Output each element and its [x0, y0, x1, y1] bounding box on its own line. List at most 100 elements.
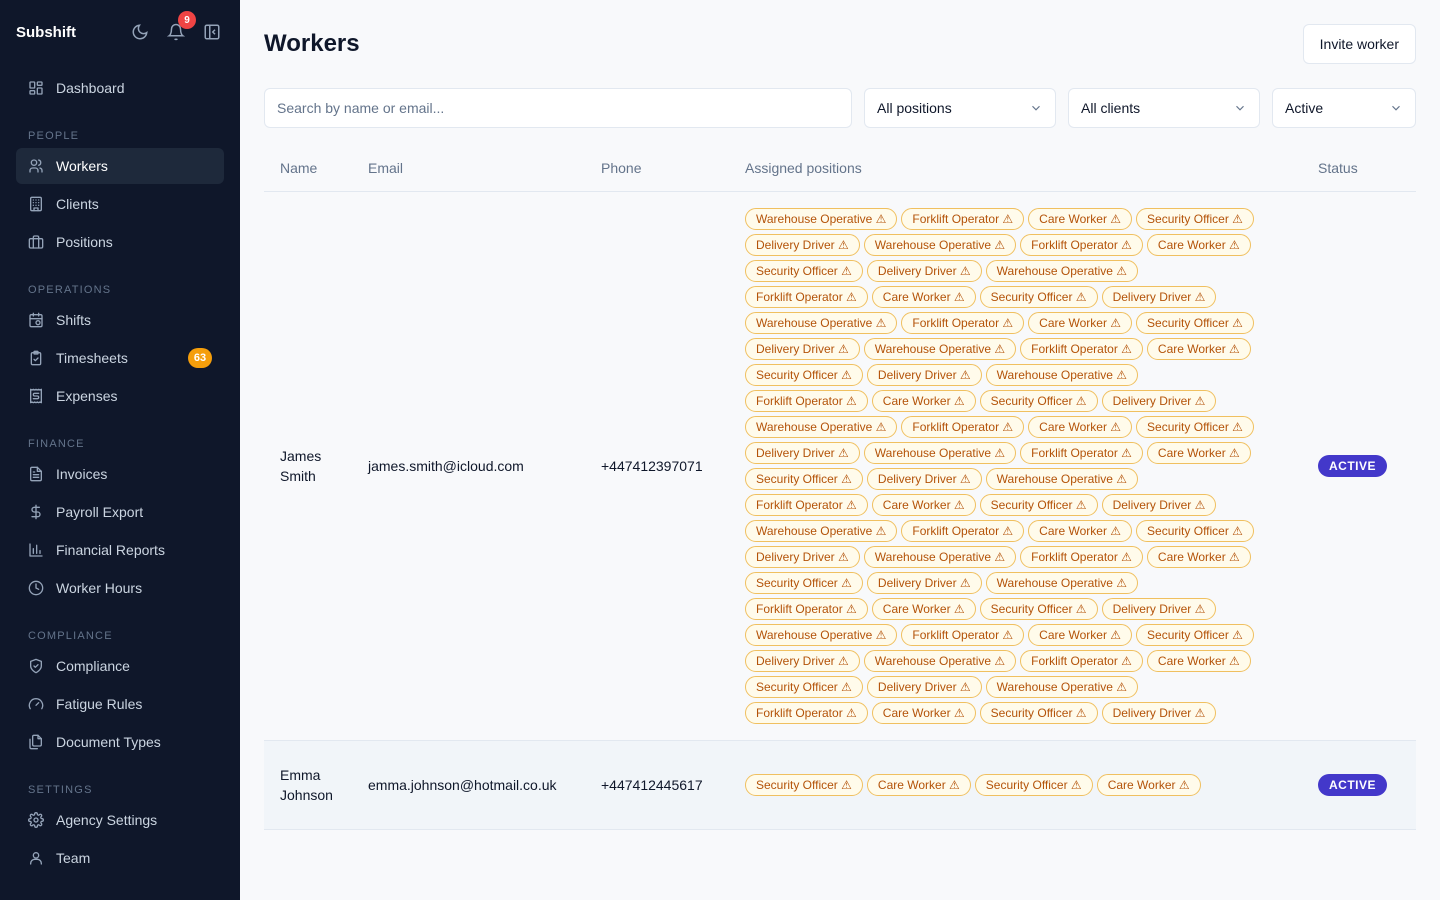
chevron-down-icon [1236, 105, 1244, 111]
status-cell: ACTIVE [1318, 774, 1416, 796]
worker-email: james.smith@icloud.com [368, 458, 524, 474]
briefcase-icon [28, 234, 44, 250]
table-row[interactable]: Emma Johnson emma.johnson@hotmail.co.uk +4… [264, 741, 1416, 830]
sidebar-item-team[interactable]: Team [16, 840, 224, 876]
sidebar-item-agency-settings[interactable]: Agency Settings [16, 802, 224, 838]
clipboard-check-icon [28, 350, 44, 366]
position-tag: Security Officer ⚠ [1136, 624, 1254, 646]
sidebar-section-title: SETTINGS [28, 784, 93, 796]
position-tag: Forklift Operator ⚠ [1020, 338, 1143, 360]
position-tag: Care Worker ⚠ [871, 494, 976, 516]
collapse-sidebar-icon[interactable] [200, 20, 224, 44]
sidebar-item-label: Invoices [56, 466, 108, 482]
user-icon [28, 850, 44, 866]
position-tag: Care Worker ⚠ [1146, 442, 1251, 464]
sidebar-item-invoices[interactable]: Invoices [16, 456, 224, 492]
position-tag: Forklift Operator ⚠ [901, 208, 1025, 230]
sidebar-item-timesheets[interactable]: Timesheets 63 [16, 340, 224, 376]
clients-select[interactable]: All clients [1068, 88, 1260, 128]
position-tag: Warehouse Operative ⚠ [863, 234, 1017, 256]
sidebar-item-compliance[interactable]: Compliance [16, 648, 224, 684]
position-tag: Warehouse Operative ⚠ [745, 520, 898, 542]
position-tag: Warehouse Operative ⚠ [745, 416, 898, 438]
clients-select-value: All clients [1081, 100, 1141, 116]
position-tag: Care Worker ⚠ [1146, 546, 1251, 568]
sidebar-item-label: Financial Reports [56, 542, 165, 558]
position-tag: Delivery Driver ⚠ [745, 442, 860, 464]
position-tag: Forklift Operator ⚠ [1020, 442, 1143, 464]
building-icon [28, 196, 44, 212]
workers-table: Name Email Phone Assigned positions Stat… [264, 144, 1416, 830]
page-title: Workers [264, 30, 360, 57]
position-tag: Warehouse Operative ⚠ [863, 338, 1017, 360]
sidebar-item-label: Expenses [56, 388, 118, 404]
worker-phone: +447412397071 [601, 458, 703, 474]
sidebar-item-clients[interactable]: Clients [16, 186, 224, 222]
page-header: Workers Invite worker [264, 24, 1416, 64]
sidebar-item-workers[interactable]: Workers [16, 148, 224, 184]
position-tag: Security Officer ⚠ [1136, 312, 1254, 334]
calendar-clock-icon [28, 312, 44, 328]
invite-worker-button[interactable]: Invite worker [1302, 24, 1416, 64]
table-body: James Smith james.smith@icloud.com +447412… [264, 192, 1416, 830]
status-badge: ACTIVE [1318, 774, 1388, 796]
column-header-phone[interactable]: Phone [601, 160, 745, 176]
sidebar-item-label: Worker Hours [56, 580, 143, 596]
position-tag: Care Worker ⚠ [1028, 208, 1133, 230]
sidebar-item-label: Document Types [56, 734, 161, 750]
files-icon [28, 734, 44, 750]
position-tag: Warehouse Operative ⚠ [985, 260, 1139, 282]
position-tag: Security Officer ⚠ [979, 598, 1098, 620]
position-tag: Security Officer ⚠ [979, 702, 1098, 724]
position-tag: Forklift Operator ⚠ [1020, 234, 1143, 256]
sidebar-item-shifts[interactable]: Shifts [16, 302, 224, 338]
sidebar-item-financial-reports[interactable]: Financial Reports [16, 532, 224, 568]
position-tag: Care Worker ⚠ [1146, 338, 1251, 360]
position-tag: Forklift Operator ⚠ [901, 312, 1025, 334]
sidebar-item-dashboard[interactable]: Dashboard [16, 70, 224, 106]
position-tag: Delivery Driver ⚠ [1101, 702, 1217, 724]
position-tag: Care Worker ⚠ [1028, 624, 1133, 646]
bell-icon[interactable]: 9 [164, 11, 196, 44]
sidebar-item-positions[interactable]: Positions [16, 224, 224, 260]
sidebar-item-label: Team [56, 850, 91, 866]
position-tag: Forklift Operator ⚠ [901, 624, 1025, 646]
chevron-down-icon [1032, 105, 1040, 111]
moon-icon[interactable] [128, 20, 152, 44]
position-tag: Warehouse Operative ⚠ [745, 624, 898, 646]
sidebar-item-label: Agency Settings [56, 812, 158, 828]
sidebar-item-expenses[interactable]: Expenses [16, 378, 224, 414]
position-tag: Delivery Driver ⚠ [1101, 598, 1217, 620]
search-input[interactable] [264, 88, 852, 128]
column-header-status[interactable]: Status [1318, 160, 1416, 176]
position-tag: Forklift Operator ⚠ [901, 416, 1025, 438]
position-tag: Delivery Driver ⚠ [866, 364, 982, 386]
position-tag: Delivery Driver ⚠ [1101, 286, 1217, 308]
worker-name-cell: Emma Johnson [264, 765, 368, 805]
column-header-name[interactable]: Name [264, 160, 368, 176]
sidebar-item-fatigue-rules[interactable]: Fatigue Rules [16, 686, 224, 722]
sidebar-item-payroll-export[interactable]: Payroll Export [16, 494, 224, 530]
position-tag: Security Officer ⚠ [745, 572, 863, 594]
column-header-email[interactable]: Email [368, 160, 601, 176]
notification-badge: 9 [178, 11, 196, 29]
assigned-positions-cell: Security Officer ⚠ Care Worker ⚠ Security … [745, 772, 1318, 798]
position-tag: Delivery Driver ⚠ [745, 650, 860, 672]
worker-name: Emma Johnson [280, 767, 333, 803]
positions-select[interactable]: All positions [864, 88, 1056, 128]
worker-email: emma.johnson@hotmail.co.uk [368, 777, 557, 793]
sidebar-item-document-types[interactable]: Document Types [16, 724, 224, 760]
table-row[interactable]: James Smith james.smith@icloud.com +447412… [264, 192, 1416, 741]
sidebar-item-label: Compliance [56, 658, 130, 674]
position-tag: Forklift Operator ⚠ [745, 702, 868, 724]
position-tag: Security Officer ⚠ [1136, 416, 1254, 438]
table-header: Name Email Phone Assigned positions Stat… [264, 144, 1416, 192]
position-tag: Security Officer ⚠ [745, 364, 863, 386]
position-tag: Delivery Driver ⚠ [745, 546, 860, 568]
sidebar-item-worker-hours[interactable]: Worker Hours [16, 570, 224, 606]
column-header-positions[interactable]: Assigned positions [745, 160, 1318, 176]
position-tag: Care Worker ⚠ [1028, 520, 1133, 542]
position-tag: Delivery Driver ⚠ [866, 572, 982, 594]
status-select[interactable]: Active [1272, 88, 1416, 128]
position-tag: Security Officer ⚠ [745, 676, 863, 698]
